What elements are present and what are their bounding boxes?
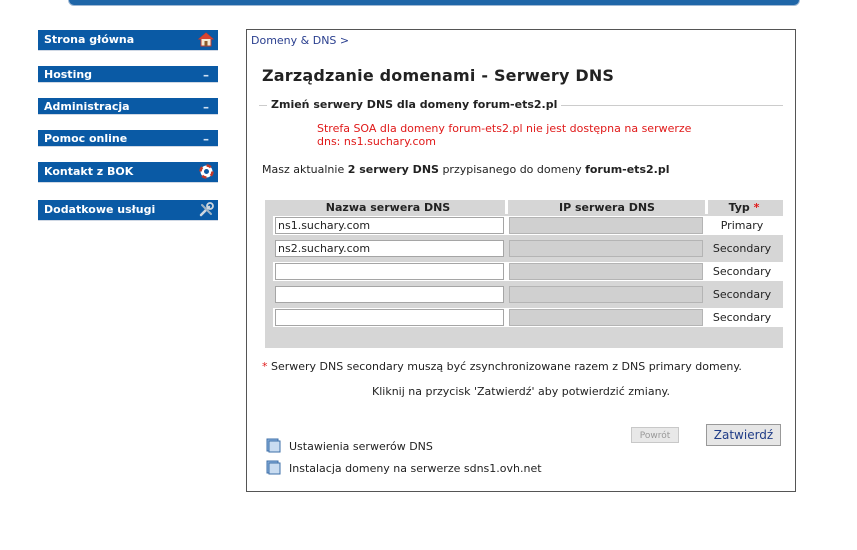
main-panel: Domeny & DNS > Zarządzanie domenami - Se…	[246, 29, 796, 492]
sidebar-item-administracja[interactable]: Administracja –	[38, 98, 218, 115]
info-domain: forum-ets2.pl	[585, 163, 670, 176]
sidebar-item-label: Pomoc online	[44, 132, 128, 145]
error-line: Strefa SOA dla domeny forum-ets2.pl nie …	[317, 122, 692, 135]
sidebar-item-label: Strona główna	[44, 33, 135, 46]
tools-icon	[198, 202, 214, 217]
sidebar-item-label: Kontakt z BOK	[44, 165, 134, 178]
info-count: 2 serwery DNS	[347, 163, 439, 176]
sidebar-item-label: Dodatkowe usługi	[44, 203, 156, 216]
link-label[interactable]: Instalacja domeny na serwerze sdns1.ovh.…	[289, 462, 542, 475]
minus-icon[interactable]: –	[198, 67, 214, 82]
info-prefix: Masz aktualnie	[262, 163, 348, 176]
fieldset-legend: Zmień serwery DNS dla domeny forum-ets2.…	[267, 98, 562, 111]
page-title: Zarządzanie domenami - Serwery DNS	[262, 66, 615, 85]
link-dns-settings[interactable]: Ustawienia serwerów DNS	[265, 437, 433, 456]
error-message: Strefa SOA dla domeny forum-ets2.pl nie …	[317, 122, 691, 148]
sidebar-item-label: Hosting	[44, 68, 93, 81]
back-button[interactable]: Powrót	[631, 427, 679, 443]
sidebar-item-dodatkowe-uslugi[interactable]: Dodatkowe usługi	[38, 200, 218, 221]
link-domain-install[interactable]: Instalacja domeny na serwerze sdns1.ovh.…	[265, 459, 542, 478]
column-header-name: Nazwa serwera DNS	[325, 201, 451, 214]
dns-type-label: Secondary	[712, 288, 772, 301]
minus-icon[interactable]: –	[198, 131, 214, 146]
dns-name-input[interactable]	[275, 263, 504, 280]
dns-name-input[interactable]: ns1.suchary.com	[275, 217, 504, 234]
dns-ip-input[interactable]	[509, 217, 703, 234]
document-icon	[265, 459, 281, 478]
required-note: * Serwery DNS secondary muszą być zsynch…	[262, 360, 742, 373]
dns-ip-input[interactable]	[509, 240, 703, 257]
sidebar-item-label: Administracja	[44, 100, 130, 113]
minus-icon[interactable]: –	[198, 99, 214, 114]
note-text: Serwery DNS secondary muszą być zsynchro…	[267, 360, 742, 373]
document-icon	[265, 437, 281, 456]
top-banner	[68, 0, 800, 6]
link-label[interactable]: Ustawienia serwerów DNS	[289, 440, 433, 453]
submit-button[interactable]: Zatwierdź	[706, 424, 781, 446]
sidebar-item-kontakt-z-bok[interactable]: Kontakt z BOK	[38, 162, 218, 183]
dns-count-info: Masz aktualnie 2 serwery DNS przypisaneg…	[262, 163, 669, 176]
dns-servers-table: Nazwa serwera DNS IP serwera DNS Typ * n…	[265, 200, 783, 348]
column-header-ip: IP serwera DNS	[559, 201, 655, 214]
sidebar-item-hosting[interactable]: Hosting –	[38, 66, 218, 83]
dns-ip-input[interactable]	[509, 286, 703, 303]
breadcrumb[interactable]: Domeny & DNS >	[251, 34, 349, 47]
info-middle: przypisanego do domeny	[438, 163, 586, 176]
lifebuoy-icon	[198, 164, 214, 179]
required-mark: *	[753, 201, 760, 214]
header-separator	[505, 200, 508, 214]
error-line: dns: ns1.suchary.com	[317, 135, 437, 148]
dns-name-input[interactable]	[275, 286, 504, 303]
dns-ip-input[interactable]	[509, 309, 703, 326]
sidebar-item-strona-glowna[interactable]: Strona główna	[38, 30, 218, 51]
home-icon	[198, 32, 214, 47]
dns-ip-input[interactable]	[509, 263, 703, 280]
sidebar-item-pomoc-online[interactable]: Pomoc online –	[38, 130, 218, 147]
dns-type-label: Primary	[720, 219, 764, 232]
dns-type-label: Secondary	[712, 242, 772, 255]
header-separator	[705, 200, 708, 214]
dns-type-label: Secondary	[712, 265, 772, 278]
confirm-hint: Kliknij na przycisk 'Zatwierdź' aby potw…	[372, 385, 670, 398]
dns-name-input[interactable]: ns2.suchary.com	[275, 240, 504, 257]
type-header-label: Typ	[728, 201, 750, 214]
column-header-type: Typ *	[711, 201, 777, 214]
dns-type-label: Secondary	[712, 311, 772, 324]
dns-name-input[interactable]	[275, 309, 504, 326]
